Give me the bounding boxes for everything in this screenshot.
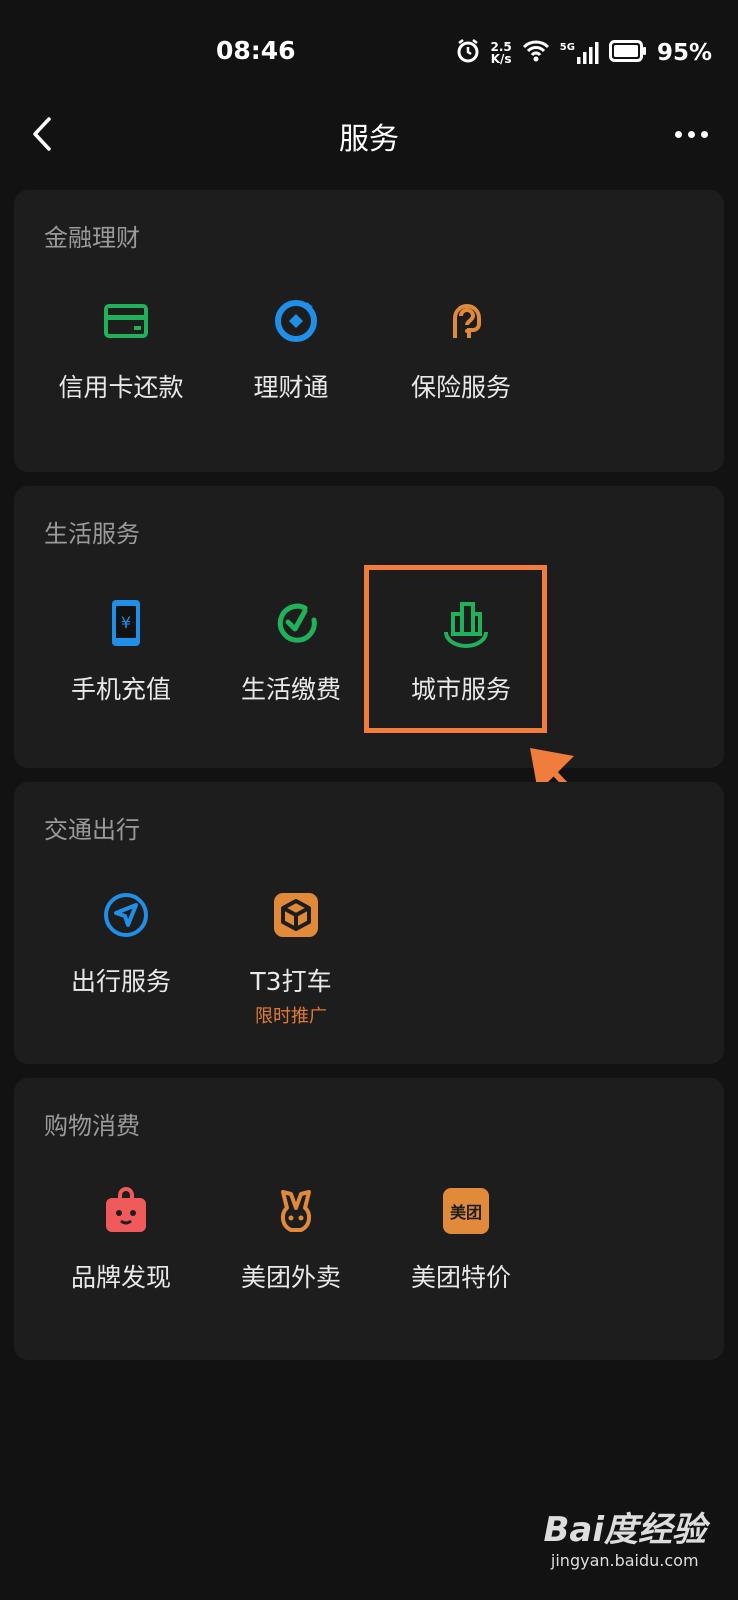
section-title: 生活服务 xyxy=(44,520,140,548)
more-options-button[interactable] xyxy=(666,114,716,154)
service-phone-topup[interactable]: ¥ 手机充值 xyxy=(36,598,206,718)
highlight-box xyxy=(364,565,547,733)
page-title: 服务 xyxy=(339,122,399,157)
more-dots-icon xyxy=(674,130,682,138)
insurance-icon xyxy=(441,296,491,346)
t3-taxi-icon xyxy=(271,890,321,940)
status-icons: 2.5 K/s 5G 95% xyxy=(455,38,712,68)
section-title: 金融理财 xyxy=(44,224,140,252)
travel-icon xyxy=(101,890,151,940)
utility-payment-icon xyxy=(271,598,321,648)
section-title: 交通出行 xyxy=(44,816,140,844)
alarm-icon xyxy=(455,38,481,68)
network-type: 5G xyxy=(559,42,575,53)
service-wealth[interactable]: 理财通 xyxy=(206,296,376,416)
wifi-icon xyxy=(522,40,550,66)
promo-tag: 限时推广 xyxy=(255,1006,327,1027)
section-finance: 金融理财 信用卡还款 理财通 保险服务 xyxy=(14,190,724,472)
status-bar: 08:46 2.5 K/s 5G 95% xyxy=(0,0,738,100)
service-label: 美团外卖 xyxy=(240,1263,341,1292)
service-label: 手机充值 xyxy=(70,675,171,704)
service-credit-card-repayment[interactable]: 信用卡还款 xyxy=(36,296,206,416)
service-label: 出行服务 xyxy=(70,967,171,996)
service-label: 美团特价 xyxy=(410,1263,511,1292)
service-label: 信用卡还款 xyxy=(58,373,184,402)
meituan-logo-text: 美团 xyxy=(449,1203,482,1222)
service-label: T3打车 xyxy=(250,967,332,996)
service-meituan-deals[interactable]: 美团 美团特价 xyxy=(376,1186,546,1306)
service-travel[interactable]: 出行服务 xyxy=(36,890,206,1010)
net-speed: 2.5 K/s xyxy=(491,41,512,65)
wealth-icon xyxy=(271,296,321,346)
credit-card-icon xyxy=(101,296,151,346)
meituan-deals-icon: 美团 xyxy=(443,1188,489,1234)
nav-bar: 服务 xyxy=(0,100,738,190)
service-label: 品牌发现 xyxy=(70,1263,171,1292)
net-speed-unit: K/s xyxy=(490,52,512,66)
phone-topup-icon: ¥ xyxy=(101,598,151,648)
service-meituan-delivery[interactable]: 美团外卖 xyxy=(206,1186,376,1306)
service-insurance[interactable]: 保险服务 xyxy=(376,296,546,416)
watermark-url: jingyan.baidu.com xyxy=(550,1551,699,1570)
section-title: 购物消费 xyxy=(44,1112,140,1140)
service-label: 生活缴费 xyxy=(240,675,341,704)
svg-text:¥: ¥ xyxy=(121,613,131,632)
section-transport: 交通出行 出行服务 T3打车 限时推广 xyxy=(14,782,724,1064)
baidu-watermark: Bai度经验 jingyan.baidu.com xyxy=(543,1502,706,1570)
service-label: 保险服务 xyxy=(410,373,511,402)
service-utility-payment[interactable]: 生活缴费 xyxy=(206,598,376,718)
service-label: 理财通 xyxy=(253,373,329,402)
brand-discovery-icon xyxy=(101,1186,151,1236)
battery-icon xyxy=(608,40,647,66)
signal-icon: 5G xyxy=(560,42,599,64)
service-brand-discovery[interactable]: 品牌发现 xyxy=(36,1186,206,1306)
status-time: 08:46 xyxy=(216,36,296,65)
section-shopping: 购物消费 品牌发现 美团外卖 美团 美团特价 xyxy=(14,1078,724,1360)
service-t3-taxi[interactable]: T3打车 限时推广 xyxy=(206,890,376,1040)
battery-percent: 95% xyxy=(656,40,712,66)
meituan-delivery-icon xyxy=(271,1186,321,1236)
watermark-brand: Bai度经验 xyxy=(543,1510,706,1550)
